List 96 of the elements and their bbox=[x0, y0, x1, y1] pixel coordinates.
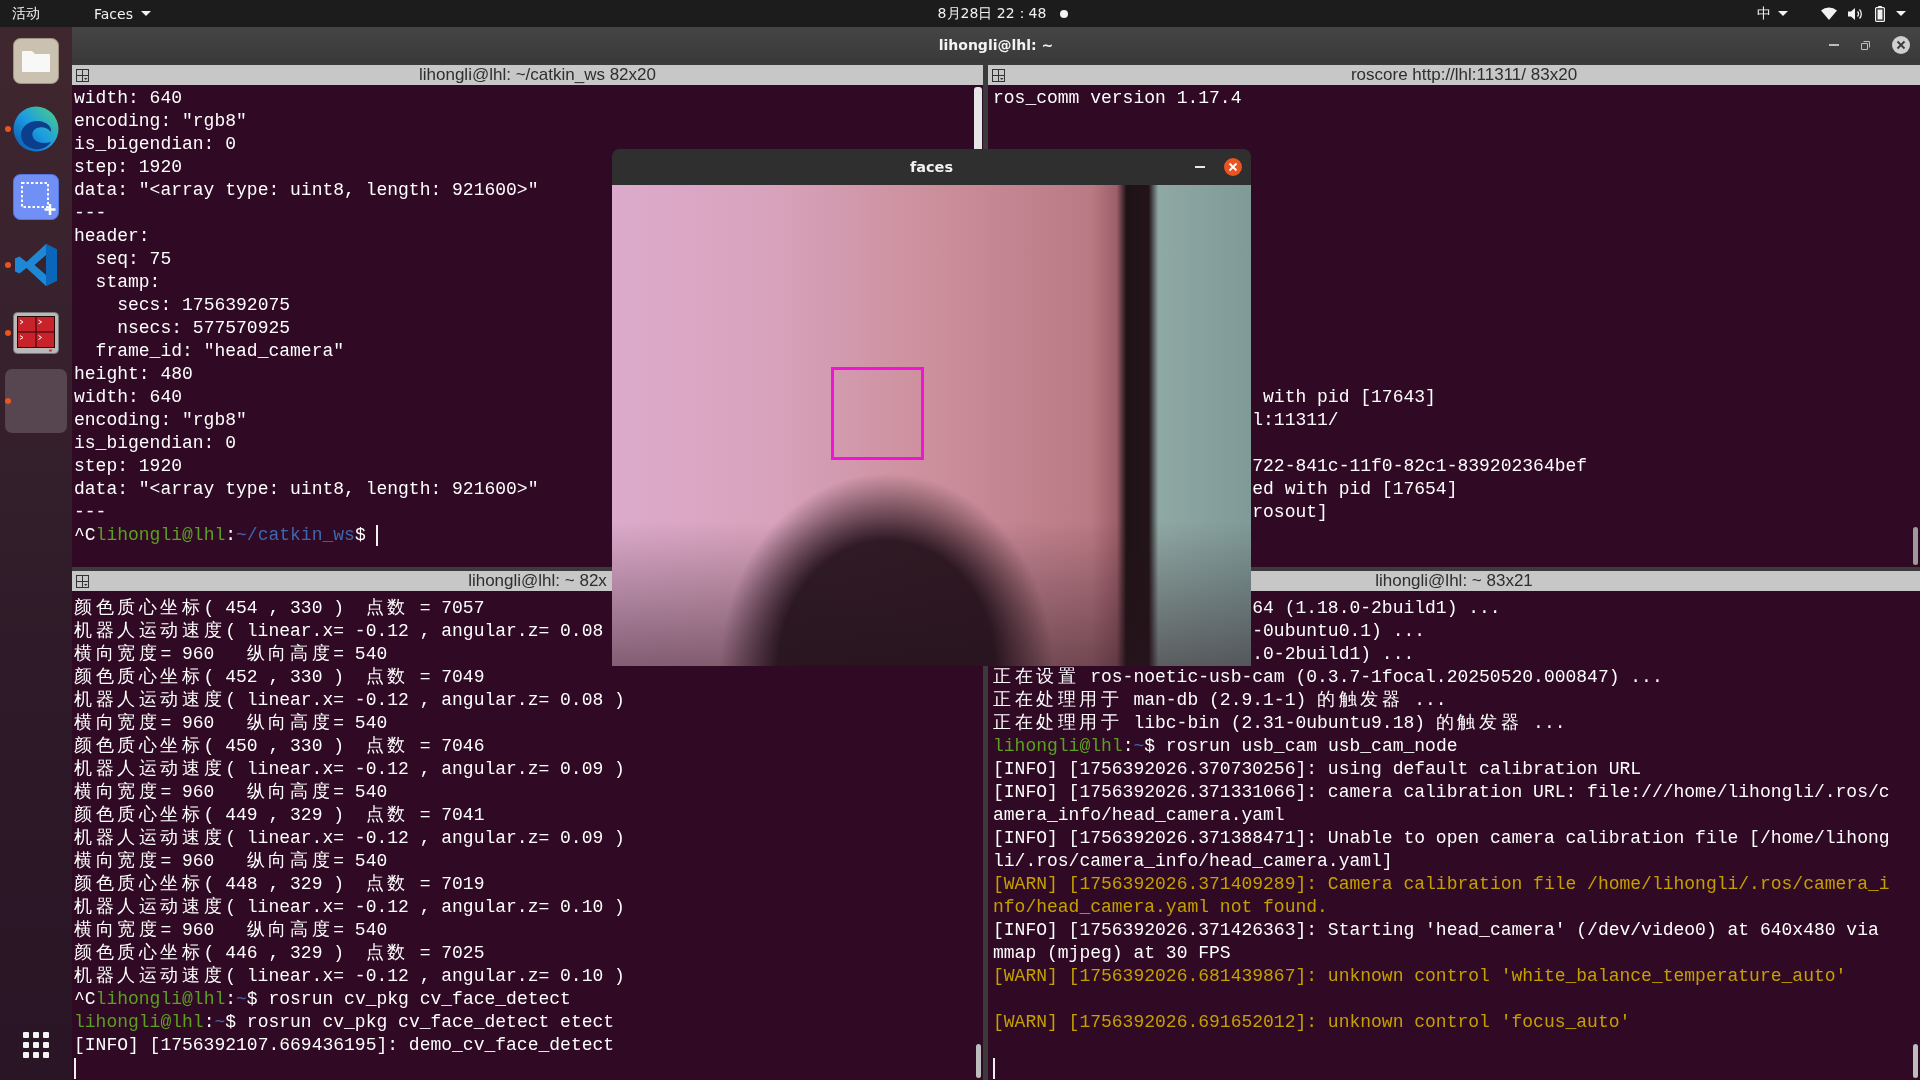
clock-button[interactable]: 8月28日 22：48 bbox=[935, 2, 1049, 25]
terminal-output-line: data: "<array type: uint8, length: 921600>" bbox=[74, 478, 539, 501]
terminal-output-line: 横向宽度= 960 纵向高度= 540 bbox=[74, 850, 388, 873]
terminal-output-line: amera_info/head_camera.yaml bbox=[993, 804, 1285, 827]
swirl-logo-icon[interactable] bbox=[13, 106, 59, 152]
pane-title: roscore http://lhl:11311/ 83x20 bbox=[1350, 65, 1578, 85]
terminal-output-line: 颜色质心坐标( 452 , 330 ) 点数 = 7049 bbox=[74, 666, 485, 689]
scrollbar-thumb[interactable] bbox=[975, 1044, 981, 1078]
command-prompt-line: ^Clihongli@lhl:~/catkin_ws$ bbox=[74, 524, 366, 547]
terminal-output-line: width: 640 bbox=[74, 87, 183, 110]
pane-title: lihongli@lhl: ~ 83x21 bbox=[1375, 571, 1533, 591]
terminal-output-line: 颜色质心坐标( 446 , 329 ) 点数 = 7025 bbox=[74, 942, 485, 965]
terminal-output-line: encoding: "rgb8" bbox=[74, 110, 247, 133]
terminal-output-line: ed with pid [17654] bbox=[1252, 478, 1458, 501]
terminal-output-line: li/.ros/camera_info/head_camera.yaml] bbox=[993, 850, 1393, 873]
terminal-output-line: 64 (1.18.0-2build1) ... bbox=[1252, 597, 1501, 620]
speaker-icon[interactable] bbox=[1848, 6, 1864, 21]
terminal-output-line: data: "<array type: uint8, length: 921600>" bbox=[74, 179, 539, 202]
terminal-output-line: header: bbox=[74, 225, 150, 248]
terminal-output-line: 颜色质心坐标( 454 , 330 ) 点数 = 7057 bbox=[74, 597, 485, 620]
close-icon[interactable] bbox=[1892, 36, 1910, 54]
warning-line: nfo/head_camera.yaml not found. bbox=[993, 896, 1328, 919]
terminal-output-line: 颜色质心坐标( 448 , 329 ) 点数 = 7019 bbox=[74, 873, 485, 896]
terminal-output-line: --- bbox=[74, 501, 107, 524]
window-title: lihongli@lhl: ~ bbox=[938, 37, 1054, 53]
terminal-output-line: 正在设置 ros-noetic-usb-cam (0.3.7-1focal.20250520.000847) ... bbox=[993, 666, 1663, 689]
caret-icon[interactable] bbox=[1778, 11, 1788, 16]
terminal-output-line: mmap (mjpeg) at 30 FPS bbox=[993, 942, 1231, 965]
terminal-output-line: [INFO] [1756392026.371426363]: Starting 'head_camera' (/dev/video0) at 640x480 via bbox=[993, 919, 1879, 942]
input-method-button[interactable]: 中 bbox=[1755, 2, 1790, 25]
terminal-output-line: rosout] bbox=[1252, 501, 1328, 524]
caret-icon[interactable] bbox=[1896, 11, 1906, 16]
split-grid-icon[interactable] bbox=[76, 68, 89, 82]
folder-icon[interactable] bbox=[13, 38, 59, 84]
terminal-output-line: 机器人运动速度( linear.x= -0.12 , angular.z= 0.10 ) bbox=[74, 965, 625, 988]
terminal-output-line: --- bbox=[74, 202, 107, 225]
terminal-output-line: [INFO] [1756392026.371331066]: camera calibration URL: file:///home/lihongli/.ros/c bbox=[993, 781, 1890, 804]
terminal-grid-icon[interactable] bbox=[13, 312, 59, 354]
terminal-output-line: seq: 75 bbox=[95, 248, 172, 271]
app-grid-icon[interactable] bbox=[23, 1032, 49, 1058]
terminal-output-line: [INFO] [1756392107.669436195]: demo_cv_face_detect bbox=[74, 1034, 615, 1057]
app-menu-button[interactable]: Faces bbox=[92, 2, 153, 25]
scrollbar-thumb[interactable] bbox=[1912, 527, 1918, 565]
terminal-output-line: [INFO] [1756392026.371388471]: Unable to open camera calibration file [/home/lihong bbox=[993, 827, 1890, 850]
terminal-output-line: 722-841c-11f0-82c1-839202364bef bbox=[1252, 455, 1588, 478]
terminal-output-line: l:11311/ bbox=[1252, 409, 1339, 432]
battery-icon[interactable] bbox=[1875, 5, 1885, 22]
terminal-output-line: [INFO] [1756392026.370730256]: using default calibration URL bbox=[993, 758, 1642, 781]
window-title: faces bbox=[909, 159, 954, 175]
scrollbar-thumb[interactable] bbox=[974, 87, 982, 151]
terminal-output-line: 横向宽度= 960 纵向高度= 540 bbox=[74, 919, 388, 942]
split-grid-icon[interactable] bbox=[76, 574, 89, 588]
terminal-output-line: 横向宽度= 960 纵向高度= 540 bbox=[74, 643, 388, 666]
terminal-output-line: 机器人运动速度( linear.x= -0.12 , angular.z= 0.10 ) bbox=[74, 896, 625, 919]
activities-button[interactable]: 活动 bbox=[10, 2, 42, 25]
terminal-output-line: stamp: bbox=[95, 271, 161, 294]
terminal-output-line: 颜色质心坐标( 449 , 329 ) 点数 = 7041 bbox=[74, 804, 485, 827]
terminal-output-line: step: 1920 bbox=[74, 156, 183, 179]
terminal-output-line: is_bigendian: 0 bbox=[74, 133, 237, 156]
split-grid-icon[interactable] bbox=[992, 68, 1005, 82]
scrollbar-thumb[interactable] bbox=[1912, 1044, 1918, 1078]
terminal-output-line: 正在处理用于 libc-bin (2.31-0ubuntu9.18) 的触发器 ... bbox=[993, 712, 1566, 735]
wifi-icon[interactable] bbox=[1821, 7, 1837, 20]
terminal-output-line: 机器人运动速度( linear.x= -0.12 , angular.z= 0.09 ) bbox=[74, 758, 625, 781]
close-icon[interactable] bbox=[1224, 158, 1242, 176]
pane-title: lihongli@lhl: ~/catkin_ws 82x20 bbox=[419, 65, 656, 85]
terminal-output-line: nsecs: 577570925 bbox=[117, 317, 291, 340]
terminal-output-line: 机器人运动速度( linear.x= -0.12 , angular.z= 0.09 ) bbox=[74, 827, 625, 850]
caret-icon[interactable] bbox=[140, 11, 151, 16]
selection-frame-icon[interactable] bbox=[13, 174, 59, 220]
terminal-output-line: 颜色质心坐标( 450 , 330 ) 点数 = 7046 bbox=[74, 735, 485, 758]
terminal-output-line: 正在处理用于 man-db (2.9.1-1) 的触发器 ... bbox=[993, 689, 1447, 712]
command-prompt-line: lihongli@lhl:~$ rosrun usb_cam usb_cam_node bbox=[993, 735, 1458, 758]
warning-line: [WARN] [1756392026.681439867]: unknown control 'white_balance_temperature_auto' bbox=[993, 965, 1847, 988]
terminal-output-line: -0ubuntu0.1) ... bbox=[1252, 620, 1426, 643]
terminal-output-line: width: 640 bbox=[74, 386, 183, 409]
terminal-output-line: .0-2build1) ... bbox=[1252, 643, 1415, 666]
command-prompt-line: ^Clihongli@lhl:~$ rosrun cv_pkg cv_face_detect bbox=[74, 988, 571, 1011]
warning-line: [WARN] [1756392026.371409289]: Camera calibration file /home/lihongli/.ros/camera_i bbox=[993, 873, 1890, 896]
terminal-output-line: with pid [17643] bbox=[1263, 386, 1436, 409]
terminal-output-line: frame_id: "head_camera" bbox=[95, 340, 345, 363]
warning-line: [WARN] [1756392026.691652012]: unknown control 'focus_auto' bbox=[993, 1011, 1631, 1034]
terminal-output-line: secs: 1756392075 bbox=[117, 294, 291, 317]
terminal-output-line: height: 480 bbox=[74, 363, 193, 386]
pane-title: lihongli@lhl: ~ 82x bbox=[468, 571, 607, 591]
terminal-output-line: 横向宽度= 960 纵向高度= 540 bbox=[74, 712, 388, 735]
terminal-output-line: 横向宽度= 960 纵向高度= 540 bbox=[74, 781, 388, 804]
command-prompt-line: lihongli@lhl:~$ rosrun cv_pkg cv_face_detect etect bbox=[74, 1011, 615, 1034]
terminal-output-line: is_bigendian: 0 bbox=[74, 432, 237, 455]
terminal-output-line: encoding: "rgb8" bbox=[74, 409, 247, 432]
terminal-output-line: 机器人运动速度( linear.x= -0.12 , angular.z= 0.08 ) bbox=[74, 689, 625, 712]
restore-icon[interactable] bbox=[1861, 40, 1870, 50]
terminal-output-line: 机器人运动速度( linear.x= -0.12 , angular.z= 0.08 bbox=[74, 620, 604, 643]
terminal-output-line: ros_comm version 1.17.4 bbox=[993, 87, 1242, 110]
ribbon-logo-icon[interactable] bbox=[14, 243, 58, 287]
terminal-output-line: step: 1920 bbox=[74, 455, 183, 478]
